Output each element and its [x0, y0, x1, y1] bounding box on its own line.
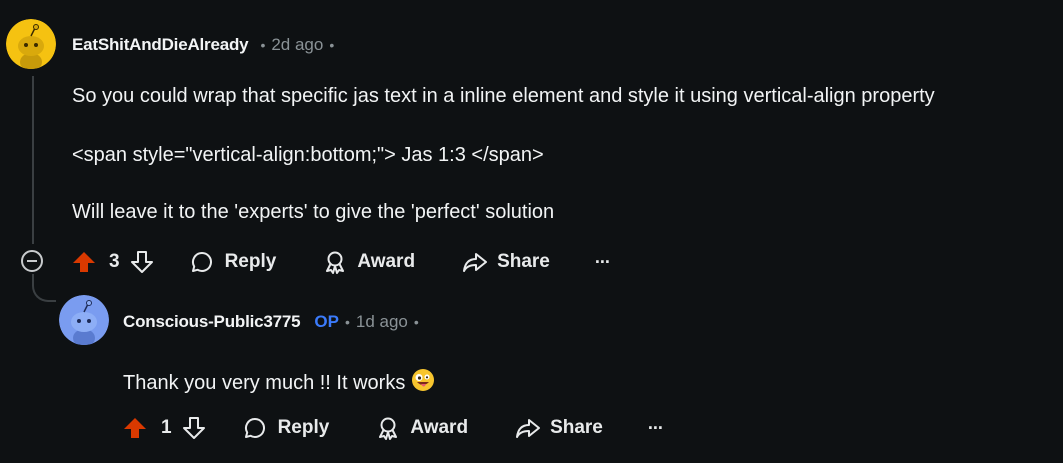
- reply-connector-line: [32, 274, 56, 302]
- reply-button[interactable]: Reply: [243, 416, 330, 440]
- minus-circle-icon: [27, 260, 37, 262]
- upvote-button[interactable]: [123, 416, 147, 440]
- downvote-button[interactable]: [182, 416, 206, 440]
- share-arrow-icon: [516, 419, 541, 438]
- speech-bubble-icon: [244, 418, 265, 438]
- award-label: Award: [357, 251, 416, 272]
- vote-count: 1: [161, 417, 172, 438]
- more-options-icon: ···: [647, 417, 664, 438]
- more-options-button[interactable]: ···: [594, 251, 611, 273]
- username[interactable]: EatShitAndDieAlready: [72, 35, 249, 55]
- award-label: Award: [410, 417, 469, 438]
- award-button[interactable]: Award: [323, 250, 415, 274]
- comment-text-line: So you could wrap that specific jas text…: [72, 85, 935, 107]
- award-ribbon-icon: [326, 251, 345, 274]
- comment-actions: 1 Reply Award Share ···: [123, 408, 664, 448]
- award-button[interactable]: Award: [376, 416, 468, 440]
- reply-label: Reply: [277, 417, 330, 438]
- share-button[interactable]: Share: [462, 250, 550, 274]
- comment-meta: EatShitAndDieAlready • 2d ago •: [72, 35, 340, 55]
- reply-button[interactable]: Reply: [190, 250, 277, 274]
- downvote-button[interactable]: [130, 250, 154, 274]
- share-label: Share: [497, 251, 550, 272]
- share-arrow-icon: [463, 253, 488, 272]
- comment-code-line: <span style="vertical-align:bottom;"> Ja…: [72, 144, 544, 166]
- avatar[interactable]: [6, 19, 56, 69]
- share-label: Share: [550, 417, 603, 438]
- comment-text-content: Thank you very much !! It works: [123, 372, 406, 394]
- upvote-button[interactable]: [72, 250, 96, 274]
- zany-face-emoji-icon: [411, 368, 435, 398]
- separator-dot: •: [413, 314, 419, 330]
- separator-dot: •: [260, 37, 266, 53]
- collapse-thread-button[interactable]: [21, 250, 43, 272]
- share-button[interactable]: Share: [515, 416, 603, 440]
- username[interactable]: Conscious-Public3775: [123, 312, 301, 332]
- award-ribbon-icon: [379, 417, 398, 440]
- upvote-arrow-icon: [73, 252, 95, 272]
- more-options-icon: ···: [594, 251, 611, 272]
- comment-actions: 3 Reply Award Share ···: [72, 242, 611, 282]
- avatar[interactable]: [59, 295, 109, 345]
- thread-line: [32, 76, 34, 244]
- comment-text: Thank you very much !! It works: [123, 368, 435, 398]
- upvote-arrow-icon: [124, 418, 146, 438]
- timestamp[interactable]: 2d ago: [271, 35, 323, 55]
- comment-text-line: Will leave it to the 'experts' to give t…: [72, 201, 555, 223]
- downvote-arrow-icon: [130, 251, 153, 273]
- separator-dot: •: [344, 314, 350, 330]
- op-badge: OP: [314, 312, 339, 331]
- speech-bubble-icon: [191, 252, 212, 272]
- downvote-arrow-icon: [182, 417, 205, 439]
- more-options-button[interactable]: ···: [647, 417, 664, 439]
- timestamp[interactable]: 1d ago: [356, 312, 408, 332]
- comment-meta: Conscious-Public3775 OP • 1d ago •: [123, 312, 425, 332]
- reply-label: Reply: [224, 251, 277, 272]
- vote-count: 3: [109, 251, 120, 272]
- separator-dot: •: [329, 37, 335, 53]
